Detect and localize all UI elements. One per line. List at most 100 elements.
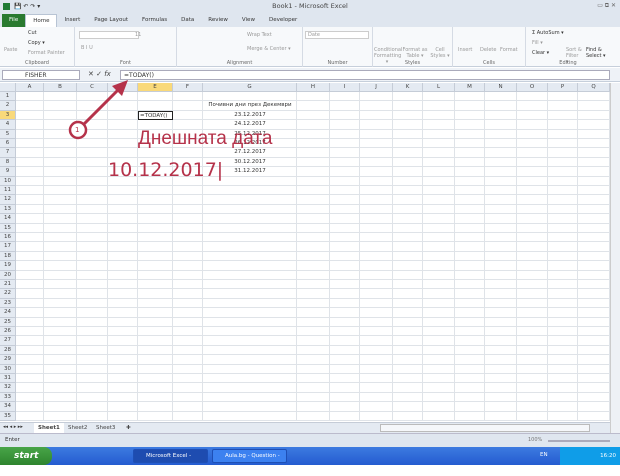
cell-styles-button[interactable]: Cell Styles ▾ — [429, 47, 451, 59]
cell-B19[interactable] — [44, 261, 77, 271]
cell-E11[interactable] — [138, 186, 173, 196]
cell-B32[interactable] — [44, 383, 77, 393]
cell-E31[interactable] — [138, 374, 173, 384]
cell-G32[interactable] — [203, 383, 297, 393]
cell-A24[interactable] — [16, 308, 44, 318]
cell-F3[interactable] — [173, 110, 203, 121]
cell-L35[interactable] — [423, 411, 455, 421]
cell-J2[interactable] — [360, 101, 393, 111]
row-header-32[interactable]: 32 — [0, 383, 16, 393]
tab-review[interactable]: Review — [201, 14, 235, 27]
cell-A26[interactable] — [16, 327, 44, 337]
cell-Q19[interactable] — [578, 261, 610, 271]
cell-G2[interactable]: Почивни дни през Декември — [203, 101, 297, 111]
cell-Q26[interactable] — [578, 327, 610, 337]
cell-O12[interactable] — [517, 195, 548, 205]
cell-K18[interactable] — [393, 251, 423, 262]
cell-N25[interactable] — [485, 317, 517, 327]
cell-B20[interactable] — [44, 270, 77, 280]
cell-N29[interactable] — [485, 355, 517, 365]
cell-A3[interactable] — [16, 110, 44, 121]
cell-J18[interactable] — [360, 251, 393, 262]
cell-E18[interactable] — [138, 251, 173, 262]
cell-M8[interactable] — [455, 157, 485, 168]
cell-J25[interactable] — [360, 317, 393, 327]
cell-M31[interactable] — [455, 374, 485, 384]
cell-F16[interactable] — [173, 233, 203, 243]
cell-O26[interactable] — [517, 327, 548, 337]
cell-M7[interactable] — [455, 148, 485, 158]
cell-L8[interactable] — [423, 157, 455, 168]
font-size-select[interactable]: 11 — [135, 32, 141, 38]
cell-H24[interactable] — [297, 308, 330, 318]
tab-page-layout[interactable]: Page Layout — [87, 14, 135, 27]
cell-P8[interactable] — [548, 157, 578, 168]
cell-O28[interactable] — [517, 345, 548, 356]
row-header-18[interactable]: 18 — [0, 251, 16, 262]
cell-O13[interactable] — [517, 204, 548, 215]
cell-L20[interactable] — [423, 270, 455, 280]
cell-M29[interactable] — [455, 355, 485, 365]
cell-F14[interactable] — [173, 214, 203, 224]
cell-E16[interactable] — [138, 233, 173, 243]
cell-C19[interactable] — [77, 261, 108, 271]
cell-I22[interactable] — [330, 289, 360, 299]
cell-K32[interactable] — [393, 383, 423, 393]
cell-E29[interactable] — [138, 355, 173, 365]
cell-G16[interactable] — [203, 233, 297, 243]
cell-M6[interactable] — [455, 139, 485, 149]
cell-K26[interactable] — [393, 327, 423, 337]
cell-I15[interactable] — [330, 223, 360, 233]
cell-F22[interactable] — [173, 289, 203, 299]
cell-Q9[interactable] — [578, 167, 610, 177]
format-painter-button[interactable]: Format Painter — [28, 50, 65, 56]
cell-K33[interactable] — [393, 392, 423, 403]
cell-Q35[interactable] — [578, 411, 610, 421]
cell-B9[interactable] — [44, 167, 77, 177]
cell-H4[interactable] — [297, 120, 330, 130]
cell-O10[interactable] — [517, 176, 548, 186]
cell-N9[interactable] — [485, 167, 517, 177]
cell-H8[interactable] — [297, 157, 330, 168]
cell-F27[interactable] — [173, 336, 203, 346]
cell-A11[interactable] — [16, 186, 44, 196]
cell-N21[interactable] — [485, 280, 517, 290]
cell-C14[interactable] — [77, 214, 108, 224]
cell-E17[interactable] — [138, 242, 173, 252]
cell-H27[interactable] — [297, 336, 330, 346]
cell-H29[interactable] — [297, 355, 330, 365]
format-as-table-button[interactable]: Format as Table ▾ — [402, 47, 428, 59]
cell-G28[interactable] — [203, 345, 297, 356]
cell-P12[interactable] — [548, 195, 578, 205]
cell-F2[interactable] — [173, 101, 203, 111]
cell-A6[interactable] — [16, 139, 44, 149]
cell-E27[interactable] — [138, 336, 173, 346]
row-header-35[interactable]: 35 — [0, 411, 16, 421]
cell-C11[interactable] — [77, 186, 108, 196]
sheet-nav-arrows[interactable]: ◂◂ ◂ ▸ ▸▸ — [3, 424, 23, 430]
cell-J22[interactable] — [360, 289, 393, 299]
cell-N2[interactable] — [485, 101, 517, 111]
cell-M25[interactable] — [455, 317, 485, 327]
cell-J26[interactable] — [360, 327, 393, 337]
cell-I18[interactable] — [330, 251, 360, 262]
cell-C13[interactable] — [77, 204, 108, 215]
cell-J32[interactable] — [360, 383, 393, 393]
cell-B12[interactable] — [44, 195, 77, 205]
cell-L29[interactable] — [423, 355, 455, 365]
cell-G14[interactable] — [203, 214, 297, 224]
cell-I2[interactable] — [330, 101, 360, 111]
cell-I4[interactable] — [330, 120, 360, 130]
cell-J28[interactable] — [360, 345, 393, 356]
row-header-6[interactable]: 6 — [0, 139, 16, 149]
cell-E13[interactable] — [138, 204, 173, 215]
cell-J16[interactable] — [360, 233, 393, 243]
cell-Q7[interactable] — [578, 148, 610, 158]
cell-Q5[interactable] — [578, 129, 610, 139]
cell-E21[interactable] — [138, 280, 173, 290]
cell-D23[interactable] — [108, 298, 138, 309]
cell-Q34[interactable] — [578, 402, 610, 412]
cell-L9[interactable] — [423, 167, 455, 177]
cell-I17[interactable] — [330, 242, 360, 252]
cell-Q17[interactable] — [578, 242, 610, 252]
